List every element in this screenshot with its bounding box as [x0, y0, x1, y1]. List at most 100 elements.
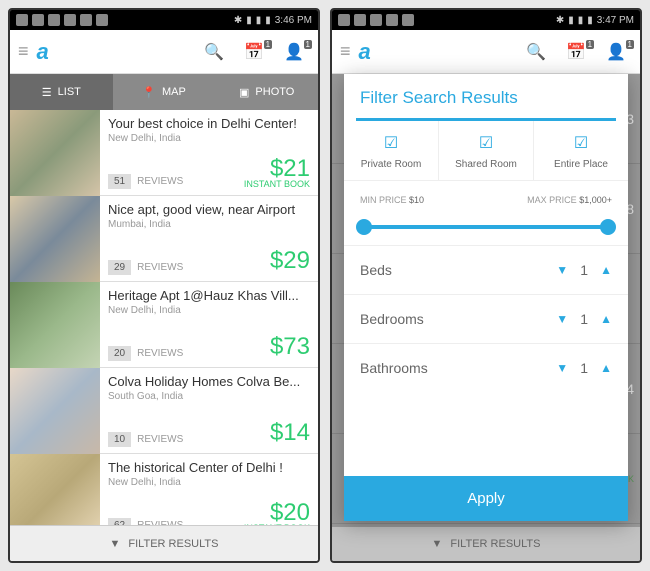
listing-item[interactable]: The historical Center of Delhi ! New Del…: [10, 454, 318, 525]
listing-thumbnail: [10, 196, 100, 282]
listing-title: Heritage Apt 1@Hauz Khas Vill...: [108, 288, 310, 303]
clock: 3:46 PM: [275, 15, 312, 26]
status-bar: ✱ ▮ ▮ ▮ 3:46 PM: [10, 10, 318, 30]
modal-title: Filter Search Results: [344, 74, 628, 118]
menu-icon[interactable]: ≡: [340, 41, 351, 62]
review-count: 29: [108, 260, 131, 275]
filter-results-button[interactable]: ▼ FILTER RESULTS: [332, 527, 640, 561]
signal-icon: ▮: [578, 15, 584, 26]
stepper-label: Bedrooms: [360, 311, 556, 327]
signal-icon: ▮: [246, 15, 252, 26]
max-price-value: $1,000+: [579, 195, 612, 205]
notif-icon: [96, 14, 108, 26]
listing-location: New Delhi, India: [108, 305, 310, 316]
stepper-value: 1: [578, 311, 590, 327]
stepper-bedrooms: Bedrooms ▼ 1 ▲: [344, 294, 628, 343]
max-price-label: MAX PRICE: [527, 195, 577, 205]
checkbox-checked-icon: ☑: [348, 133, 434, 153]
user-icon[interactable]: 👤1: [600, 42, 632, 62]
phone-left: ✱ ▮ ▮ ▮ 3:46 PM ≡ a 🔍 📅1 👤1 ☰LIST 📍MAP ▣…: [8, 8, 320, 563]
app-bar: ≡ a 🔍 📅1 👤1: [332, 30, 640, 74]
slider-handle-max[interactable]: [600, 219, 616, 235]
slider-handle-min[interactable]: [356, 219, 372, 235]
app-bar: ≡ a 🔍 📅1 👤1: [10, 30, 318, 74]
notif-icon: [354, 14, 366, 26]
notif-icon: [16, 14, 28, 26]
increment-icon[interactable]: ▲: [600, 312, 612, 326]
room-type-label: Private Room: [348, 159, 434, 170]
filter-results-button[interactable]: ▼ FILTER RESULTS: [10, 525, 318, 561]
listing-title: Colva Holiday Homes Colva Be...: [108, 374, 310, 389]
listing-price: $73: [270, 333, 310, 361]
notif-icon: [80, 14, 92, 26]
notif-icon: [386, 14, 398, 26]
room-type-entire[interactable]: ☑ Entire Place: [534, 121, 628, 180]
clock: 3:47 PM: [597, 15, 634, 26]
user-badge: 1: [626, 40, 634, 49]
min-price-value: $10: [409, 195, 424, 205]
map-pin-icon: 📍: [142, 86, 156, 99]
calendar-badge: 1: [264, 40, 272, 49]
view-tabs: ☰LIST 📍MAP ▣PHOTO: [10, 74, 318, 110]
reviews-label: REVIEWS: [137, 176, 183, 187]
stepper-value: 1: [578, 360, 590, 376]
filter-modal: Filter Search Results ☑ Private Room ☑ S…: [344, 74, 628, 521]
listing-item[interactable]: Heritage Apt 1@Hauz Khas Vill... New Del…: [10, 282, 318, 368]
user-badge: 1: [304, 40, 312, 49]
review-count: 51: [108, 174, 131, 189]
listing-thumbnail: [10, 454, 100, 525]
notif-icon: [338, 14, 350, 26]
app-logo: a: [359, 39, 513, 65]
listing-title: Your best choice in Delhi Center!: [108, 116, 310, 131]
tab-map[interactable]: 📍MAP: [113, 74, 216, 110]
filter-icon: ▼: [432, 538, 443, 550]
decrement-icon[interactable]: ▼: [556, 263, 568, 277]
listing-thumbnail: [10, 110, 100, 196]
stepper-value: 1: [578, 262, 590, 278]
increment-icon[interactable]: ▲: [600, 361, 612, 375]
user-icon[interactable]: 👤1: [278, 42, 310, 62]
stepper-label: Bathrooms: [360, 360, 556, 376]
listings[interactable]: Your best choice in Delhi Center! New De…: [10, 110, 318, 525]
menu-icon[interactable]: ≡: [18, 41, 29, 62]
app-logo: a: [37, 39, 191, 65]
listing-item[interactable]: Nice apt, good view, near Airport Mumbai…: [10, 196, 318, 282]
search-icon[interactable]: 🔍: [520, 42, 552, 62]
notif-icon: [370, 14, 382, 26]
phone-right: ✱ ▮ ▮ ▮ 3:47 PM ≡ a 🔍 📅1 👤1 3 8 4 OK ▼ F…: [330, 8, 642, 563]
room-type-shared[interactable]: ☑ Shared Room: [439, 121, 534, 180]
filter-label: FILTER RESULTS: [128, 538, 218, 550]
price-range: MIN PRICE $10 MAX PRICE $1,000+: [344, 181, 628, 245]
battery-icon: ▮: [587, 15, 593, 26]
listing-location: South Goa, India: [108, 391, 310, 402]
calendar-icon[interactable]: 📅1: [238, 42, 270, 62]
tab-list[interactable]: ☰LIST: [10, 74, 113, 110]
listing-location: New Delhi, India: [108, 477, 310, 488]
decrement-icon[interactable]: ▼: [556, 312, 568, 326]
listing-thumbnail: [10, 368, 100, 454]
bluetooth-icon: ✱: [234, 15, 242, 26]
notif-icon: [48, 14, 60, 26]
listing-price: $14: [270, 419, 310, 447]
checkbox-checked-icon: ☑: [443, 133, 529, 153]
price-slider[interactable]: [360, 217, 612, 237]
reviews-label: REVIEWS: [137, 434, 183, 445]
apply-button[interactable]: Apply: [344, 476, 628, 521]
review-count: 10: [108, 432, 131, 447]
stepper-beds: Beds ▼ 1 ▲: [344, 245, 628, 294]
instant-book-label: INSTANT BOOK: [244, 179, 310, 189]
reviews-label: REVIEWS: [137, 262, 183, 273]
room-type-private[interactable]: ☑ Private Room: [344, 121, 439, 180]
tab-photo[interactable]: ▣PHOTO: [215, 74, 318, 110]
photo-icon: ▣: [239, 86, 249, 99]
decrement-icon[interactable]: ▼: [556, 361, 568, 375]
calendar-icon[interactable]: 📅1: [560, 42, 592, 62]
listing-item[interactable]: Colva Holiday Homes Colva Be... South Go…: [10, 368, 318, 454]
search-icon[interactable]: 🔍: [198, 42, 230, 62]
list-icon: ☰: [42, 86, 52, 99]
listing-item[interactable]: Your best choice in Delhi Center! New De…: [10, 110, 318, 196]
calendar-badge: 1: [586, 40, 594, 49]
listing-price: $29: [270, 247, 310, 275]
increment-icon[interactable]: ▲: [600, 263, 612, 277]
status-bar: ✱ ▮ ▮ ▮ 3:47 PM: [332, 10, 640, 30]
